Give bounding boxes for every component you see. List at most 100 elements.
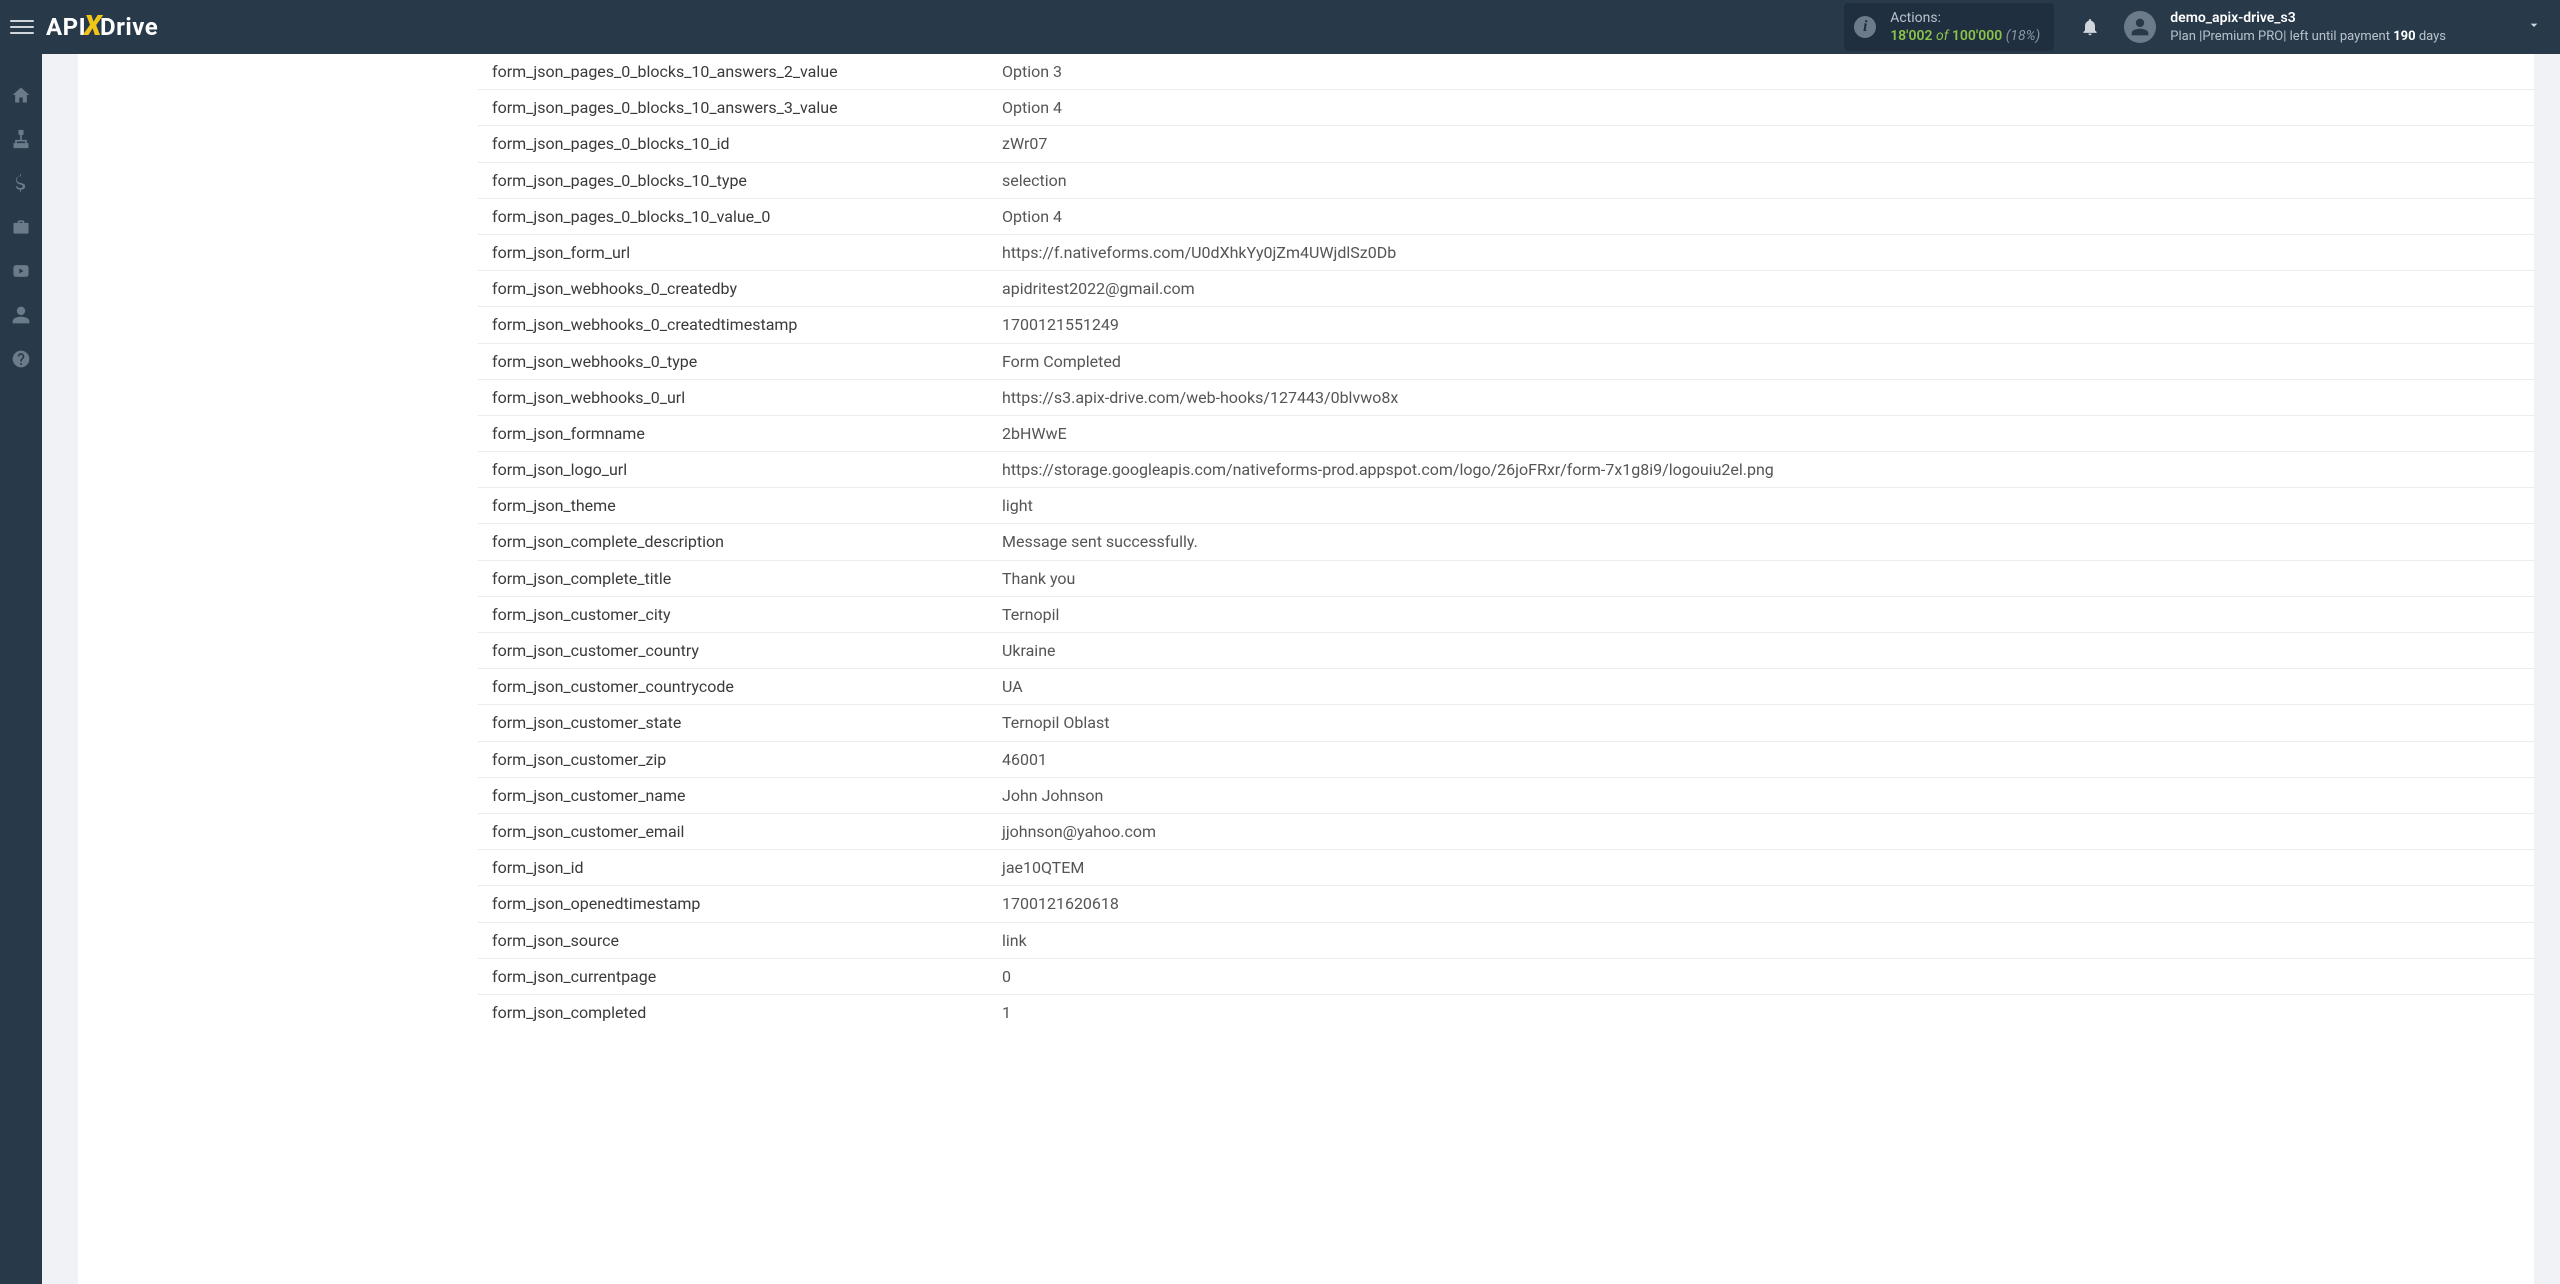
field-key: form_json_customer_name (478, 777, 988, 813)
field-value: Option 4 (988, 90, 2534, 126)
main-content: form_json_pages_0_blocks_10_answers_2_va… (42, 54, 2560, 1284)
field-value: 0 (988, 958, 2534, 994)
field-key: form_json_customer_zip (478, 741, 988, 777)
field-key: form_json_complete_description (478, 524, 988, 560)
table-row: form_json_openedtimestamp1700121620618 (478, 886, 2534, 922)
actions-of: of (1936, 28, 1948, 44)
table-row: form_json_currentpage0 (478, 958, 2534, 994)
field-key: form_json_webhooks_0_createdtimestamp (478, 307, 988, 343)
field-value: Option 4 (988, 198, 2534, 234)
field-value: 1700121551249 (988, 307, 2534, 343)
user-name: demo_apix-drive_s3 (2170, 9, 2446, 28)
nav-billing[interactable] (10, 172, 32, 194)
field-key: form_json_pages_0_blocks_10_answers_3_va… (478, 90, 988, 126)
field-value: Message sent successfully. (988, 524, 2534, 560)
youtube-icon (11, 261, 31, 281)
field-value: Form Completed (988, 343, 2534, 379)
field-value: 1700121620618 (988, 886, 2534, 922)
table-row: form_json_webhooks_0_typeForm Completed (478, 343, 2534, 379)
table-row: form_json_idjae10QTEM (478, 850, 2534, 886)
field-value: 2bHWwE (988, 415, 2534, 451)
logo-drive: Drive (100, 13, 158, 41)
field-key: form_json_openedtimestamp (478, 886, 988, 922)
table-row: form_json_complete_titleThank you (478, 560, 2534, 596)
field-key: form_json_id (478, 850, 988, 886)
table-row: form_json_themelight (478, 488, 2534, 524)
nav-home[interactable] (10, 84, 32, 106)
table-row: form_json_customer_countrycodeUA (478, 669, 2534, 705)
field-key: form_json_customer_countrycode (478, 669, 988, 705)
field-key: form_json_complete_title (478, 560, 988, 596)
actions-total: 100'000 (1952, 28, 2002, 44)
field-value: selection (988, 162, 2534, 198)
table-row: form_json_pages_0_blocks_10_value_0Optio… (478, 198, 2534, 234)
field-value: jae10QTEM (988, 850, 2534, 886)
field-value: https://f.nativeforms.com/U0dXhkYy0jZm4U… (988, 234, 2534, 270)
actions-summary[interactable]: i Actions: 18'002 of 100'000 (18%) (1844, 3, 2054, 51)
table-row: form_json_customer_stateTernopil Oblast (478, 705, 2534, 741)
sidebar (0, 54, 42, 1284)
notifications-button[interactable] (2072, 9, 2108, 45)
field-key: form_json_customer_email (478, 813, 988, 849)
table-row: form_json_pages_0_blocks_10_typeselectio… (478, 162, 2534, 198)
field-value: Option 3 (988, 54, 2534, 90)
field-value: https://storage.googleapis.com/nativefor… (988, 452, 2534, 488)
nav-video[interactable] (10, 260, 32, 282)
field-key: form_json_webhooks_0_type (478, 343, 988, 379)
table-row: form_json_customer_nameJohn Johnson (478, 777, 2534, 813)
person-icon (11, 305, 31, 325)
help-icon (11, 349, 31, 369)
field-key: form_json_webhooks_0_url (478, 379, 988, 415)
actions-percent: (18%) (2006, 28, 2041, 44)
user-plan: Plan |Premium PRO| left until payment 19… (2170, 28, 2446, 46)
nav-help[interactable] (10, 348, 32, 370)
sitemap-icon (11, 129, 31, 149)
chevron-down-icon (2526, 17, 2542, 37)
table-row: form_json_webhooks_0_createdbyapidritest… (478, 271, 2534, 307)
dollar-icon (11, 173, 31, 193)
left-card (78, 54, 478, 1284)
table-row: form_json_pages_0_blocks_10_answers_3_va… (478, 90, 2534, 126)
field-key: form_json_customer_city (478, 596, 988, 632)
field-key: form_json_pages_0_blocks_10_id (478, 126, 988, 162)
field-value: https://s3.apix-drive.com/web-hooks/1274… (988, 379, 2534, 415)
field-key: form_json_customer_country (478, 633, 988, 669)
table-row: form_json_pages_0_blocks_10_idzWr07 (478, 126, 2534, 162)
table-row: form_json_customer_emailjjohnson@yahoo.c… (478, 813, 2534, 849)
table-row: form_json_customer_zip46001 (478, 741, 2534, 777)
topbar: API X Drive i Actions: 18'002 of 100'000… (0, 0, 2560, 54)
nav-integrations[interactable] (10, 216, 32, 238)
table-row: form_json_webhooks_0_createdtimestamp170… (478, 307, 2534, 343)
user-menu[interactable]: demo_apix-drive_s3 Plan |Premium PRO| le… (2124, 9, 2560, 45)
field-key: form_json_theme (478, 488, 988, 524)
logo[interactable]: API X Drive (46, 9, 158, 46)
data-table: form_json_pages_0_blocks_10_answers_2_va… (478, 54, 2534, 1030)
field-key: form_json_currentpage (478, 958, 988, 994)
field-value: Ukraine (988, 633, 2534, 669)
field-value: 46001 (988, 741, 2534, 777)
field-value: John Johnson (988, 777, 2534, 813)
field-key: form_json_completed (478, 994, 988, 1030)
data-card: form_json_pages_0_blocks_10_answers_2_va… (478, 54, 2534, 1284)
field-value: light (988, 488, 2534, 524)
field-value: link (988, 922, 2534, 958)
nav-account[interactable] (10, 304, 32, 326)
table-row: form_json_formname2bHWwE (478, 415, 2534, 451)
home-icon (11, 85, 31, 105)
field-key: form_json_form_url (478, 234, 988, 270)
field-key: form_json_formname (478, 415, 988, 451)
user-icon (2130, 17, 2150, 37)
briefcase-icon (11, 217, 31, 237)
table-row: form_json_pages_0_blocks_10_answers_2_va… (478, 54, 2534, 90)
menu-toggle[interactable] (10, 15, 34, 39)
table-row: form_json_form_urlhttps://f.nativeforms.… (478, 234, 2534, 270)
table-row: form_json_webhooks_0_urlhttps://s3.apix-… (478, 379, 2534, 415)
table-row: form_json_customer_countryUkraine (478, 633, 2534, 669)
field-value: jjohnson@yahoo.com (988, 813, 2534, 849)
nav-connections[interactable] (10, 128, 32, 150)
field-value: Thank you (988, 560, 2534, 596)
field-key: form_json_source (478, 922, 988, 958)
field-key: form_json_webhooks_0_createdby (478, 271, 988, 307)
table-row: form_json_completed1 (478, 994, 2534, 1030)
info-icon: i (1854, 16, 1876, 38)
